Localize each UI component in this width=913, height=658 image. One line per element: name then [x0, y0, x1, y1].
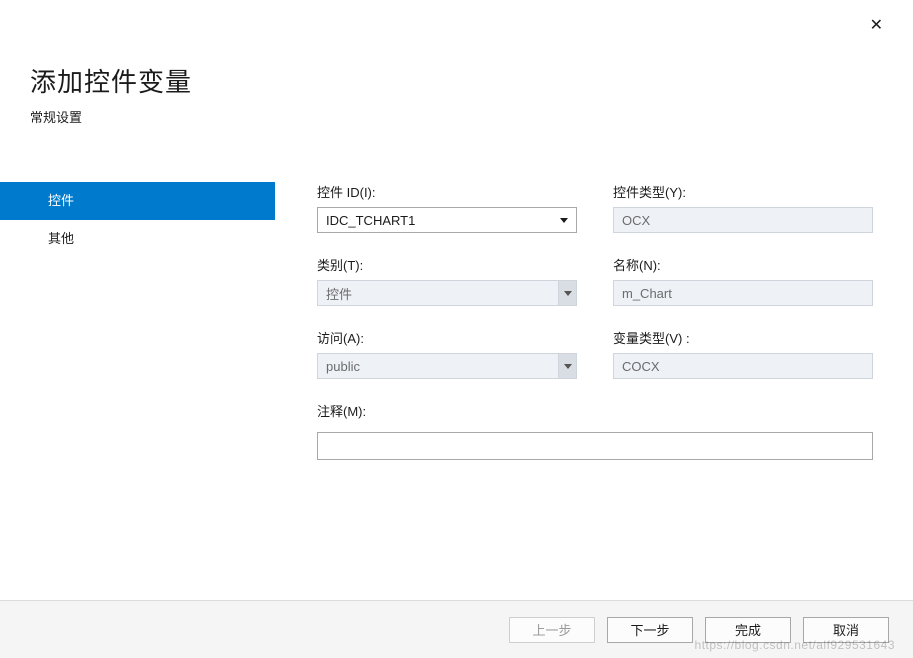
input-name[interactable]: m_Chart: [613, 280, 873, 306]
dialog-footer: 上一步 下一步 完成 取消: [0, 600, 913, 658]
sidebar-item-label: 控件: [48, 193, 74, 208]
input-value: OCX: [622, 213, 650, 228]
dialog-header: 添加控件变量 常规设置: [0, 0, 913, 134]
field-category: 类别(T): 控件: [317, 255, 577, 306]
field-comment: 注释(M):: [317, 401, 873, 460]
field-name: 名称(N): m_Chart: [613, 255, 873, 306]
button-label: 完成: [735, 620, 761, 639]
sidebar: 控件 其他: [0, 182, 275, 460]
form-area: 控件 ID(I): IDC_TCHART1 控件类型(Y): OCX 类别(T)…: [275, 182, 913, 460]
select-value: public: [326, 359, 568, 374]
chevron-down-icon: [560, 218, 568, 223]
next-button[interactable]: 下一步: [607, 617, 693, 643]
select-access: public: [317, 353, 577, 379]
sidebar-item-label: 其他: [48, 231, 74, 246]
input-comment[interactable]: [317, 432, 873, 460]
select-category: 控件: [317, 280, 577, 306]
button-label: 下一步: [630, 620, 669, 639]
sidebar-item-control[interactable]: 控件: [0, 182, 275, 220]
page-subtitle: 常规设置: [30, 107, 883, 126]
button-label: 上一步: [532, 620, 571, 639]
label-access: 访问(A):: [317, 328, 577, 347]
button-label: 取消: [833, 620, 859, 639]
label-control-type: 控件类型(Y):: [613, 182, 873, 201]
label-comment: 注释(M):: [317, 401, 873, 420]
field-access: 访问(A): public: [317, 328, 577, 379]
sidebar-item-other[interactable]: 其他: [0, 220, 275, 258]
input-control-type: OCX: [613, 207, 873, 233]
page-title: 添加控件变量: [30, 62, 883, 99]
label-category: 类别(T):: [317, 255, 577, 274]
finish-button[interactable]: 完成: [705, 617, 791, 643]
dropdown-button: [558, 354, 576, 378]
select-control-id[interactable]: IDC_TCHART1: [317, 207, 577, 233]
chevron-down-icon: [564, 291, 572, 296]
dropdown-button: [558, 281, 576, 305]
input-value: m_Chart: [622, 286, 672, 301]
field-var-type: 变量类型(V) : COCX: [613, 328, 873, 379]
select-value: 控件: [326, 284, 568, 303]
field-control-type: 控件类型(Y): OCX: [613, 182, 873, 233]
label-name: 名称(N):: [613, 255, 873, 274]
chevron-down-icon: [564, 364, 572, 369]
input-value: COCX: [622, 359, 660, 374]
select-value: IDC_TCHART1: [326, 213, 560, 228]
cancel-button[interactable]: 取消: [803, 617, 889, 643]
label-var-type: 变量类型(V) :: [613, 328, 873, 347]
close-icon[interactable]: ✕: [870, 18, 883, 34]
dialog-body: 控件 其他 控件 ID(I): IDC_TCHART1 控件类型(Y): OCX: [0, 134, 913, 460]
prev-button: 上一步: [509, 617, 595, 643]
field-control-id: 控件 ID(I): IDC_TCHART1: [317, 182, 577, 233]
input-var-type: COCX: [613, 353, 873, 379]
label-control-id: 控件 ID(I):: [317, 182, 577, 201]
